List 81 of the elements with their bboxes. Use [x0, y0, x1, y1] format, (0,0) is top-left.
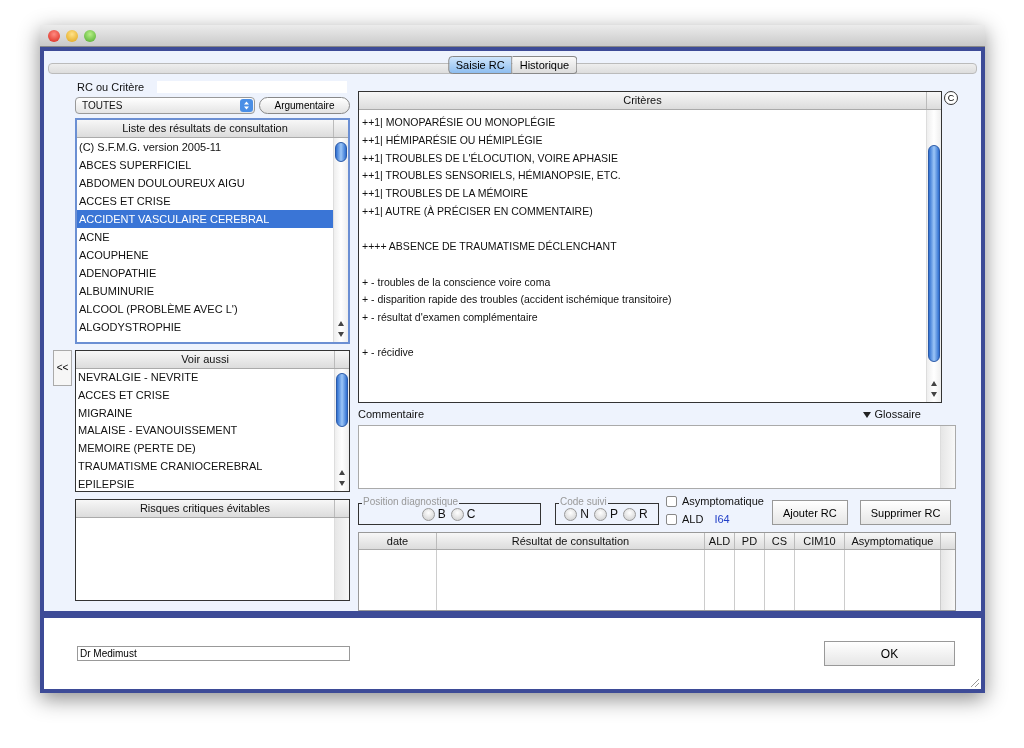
resize-grip-icon — [968, 676, 980, 688]
list-item[interactable]: ALGODYSTROPHIE — [77, 318, 333, 336]
criterion-line: ++1| HÉMIPARÉSIE OU HÉMIPLÉGIE — [362, 132, 544, 148]
column-header[interactable]: ALD — [705, 533, 735, 549]
ok-button[interactable]: OK — [824, 641, 955, 666]
scrollbar[interactable] — [940, 426, 955, 488]
list-item[interactable]: ABCES SUPERFICIEL — [77, 156, 333, 174]
list-item[interactable]: ACCIDENT VASCULAIRE CEREBRAL — [77, 210, 333, 228]
radio-button[interactable] — [623, 507, 636, 521]
list-item[interactable]: ACCES ET CRISE — [76, 386, 334, 405]
column-header: Voir aussi — [180, 352, 230, 367]
criterion-line: + - récidive — [362, 345, 415, 361]
criterion-line: ++1| TROUBLES DE LA MÉMOIRE — [362, 186, 529, 202]
scrollbar[interactable] — [334, 369, 349, 491]
list-item[interactable]: ACOUPHENE — [77, 246, 333, 264]
column-header: Critères — [622, 93, 663, 108]
radio-label: R — [639, 507, 648, 521]
criterion-line: + - résultat d'examen complémentaire — [362, 310, 539, 326]
action-button[interactable]: Ajouter RC — [771, 500, 848, 525]
group-legend: Code suivi — [559, 496, 608, 508]
scrollbar[interactable] — [334, 518, 349, 600]
filter-label: RC ou Critère — [76, 81, 146, 93]
radio-label: P — [610, 507, 618, 521]
criterion-line: ++1| TROUBLES SENSORIELS, HÉMIANOPSIE, ETC. — [362, 168, 622, 184]
column-header[interactable]: CS — [765, 533, 795, 549]
list-item[interactable]: MEMOIRE (PERTE DE) — [76, 440, 334, 458]
column-header[interactable]: Résultat de consultation — [437, 533, 705, 549]
column-header[interactable]: date — [359, 533, 437, 549]
scrollbar[interactable] — [333, 138, 348, 342]
criterion-line: ++1| MONOPARÉSIE OU MONOPLÉGIE — [362, 115, 557, 130]
column-header: Risques critiques évitables — [138, 501, 272, 516]
group-legend: Position diagnostique — [362, 496, 460, 508]
tab[interactable]: Saisie RC — [447, 56, 513, 74]
criterion-line: ++1| AUTRE (À PRÉCISER EN COMMENTAIRE) — [362, 204, 594, 219]
criterion-line: + - disparition rapide des troubles (accident ischémique transitoire) — [362, 292, 673, 308]
radio-label: N — [580, 507, 589, 521]
copyright-button[interactable]: C — [944, 91, 958, 105]
scrollbar[interactable] — [926, 110, 941, 402]
list-item[interactable]: TRAUMATISME CRANIOCEREBRAL — [76, 458, 334, 476]
list-item[interactable]: ACCES ET CRISE — [77, 192, 333, 210]
back-button[interactable]: << — [53, 350, 72, 386]
criterion-line: + - troubles de la conscience voire coma — [362, 274, 552, 290]
list-item[interactable]: (C) S.F.M.G. version 2005-11 — [77, 138, 333, 156]
criterion-line: ++1| TROUBLES DE L'ÉLOCUTION, VOIRE APHASIE — [362, 150, 620, 166]
updown-icon — [240, 99, 253, 112]
list-item[interactable]: ACNE — [77, 228, 333, 246]
list-item[interactable]: EPILEPSIE — [76, 475, 334, 491]
list-item[interactable]: ADENOPATHIE — [77, 264, 333, 282]
scroll-thumb[interactable] — [928, 145, 940, 362]
checkbox[interactable] — [666, 513, 677, 525]
column-header: Liste des résultats de consultation — [121, 121, 289, 136]
comment-field[interactable] — [358, 425, 956, 489]
column-header[interactable]: PD — [735, 533, 765, 549]
list-item[interactable]: ALCOOL (PROBLÈME AVEC L') — [77, 300, 333, 318]
glossary-link[interactable]: Glossaire — [863, 408, 921, 420]
doctor-field[interactable]: Dr Medimust — [77, 646, 350, 661]
scroll-thumb[interactable] — [336, 373, 348, 427]
scroll-thumb[interactable] — [335, 142, 347, 162]
column-header[interactable]: Asymptomatique — [845, 533, 941, 549]
checkbox[interactable] — [666, 495, 677, 507]
list-item[interactable]: MIGRAINE — [76, 404, 334, 423]
list-item[interactable]: ABDOMEN DOULOUREUX AIGU — [77, 174, 333, 192]
argumentaire-button[interactable]: Argumentaire — [259, 97, 350, 114]
list-item[interactable]: MALAISE - EVANOUISSEMENT — [76, 422, 334, 441]
column-header[interactable]: CIM10 — [795, 533, 845, 549]
radio-label: C — [466, 507, 476, 521]
filter-dropdown[interactable]: TOUTES — [75, 97, 255, 114]
checkbox-label: Asymptomatique — [682, 495, 764, 507]
action-button[interactable]: Supprimer RC — [859, 500, 952, 525]
zoom-button[interactable] — [84, 29, 96, 42]
comment-label: Commentaire — [358, 408, 425, 420]
checkbox-label: ALD — [682, 513, 704, 525]
tab[interactable]: Historique — [512, 56, 578, 74]
scrollbar[interactable] — [941, 550, 955, 610]
disclosure-icon — [863, 412, 872, 418]
criterion-line: ++++ ABSENCE DE TRAUMATISME DÉCLENCHANT — [362, 239, 618, 255]
list-item[interactable]: NEVRALGIE - NEVRITE — [76, 369, 334, 387]
radio-label: B — [437, 507, 446, 521]
list-item[interactable]: ALBUMINURIE — [77, 282, 333, 300]
icd-code: I64 — [714, 513, 730, 525]
close-button[interactable] — [48, 29, 60, 42]
